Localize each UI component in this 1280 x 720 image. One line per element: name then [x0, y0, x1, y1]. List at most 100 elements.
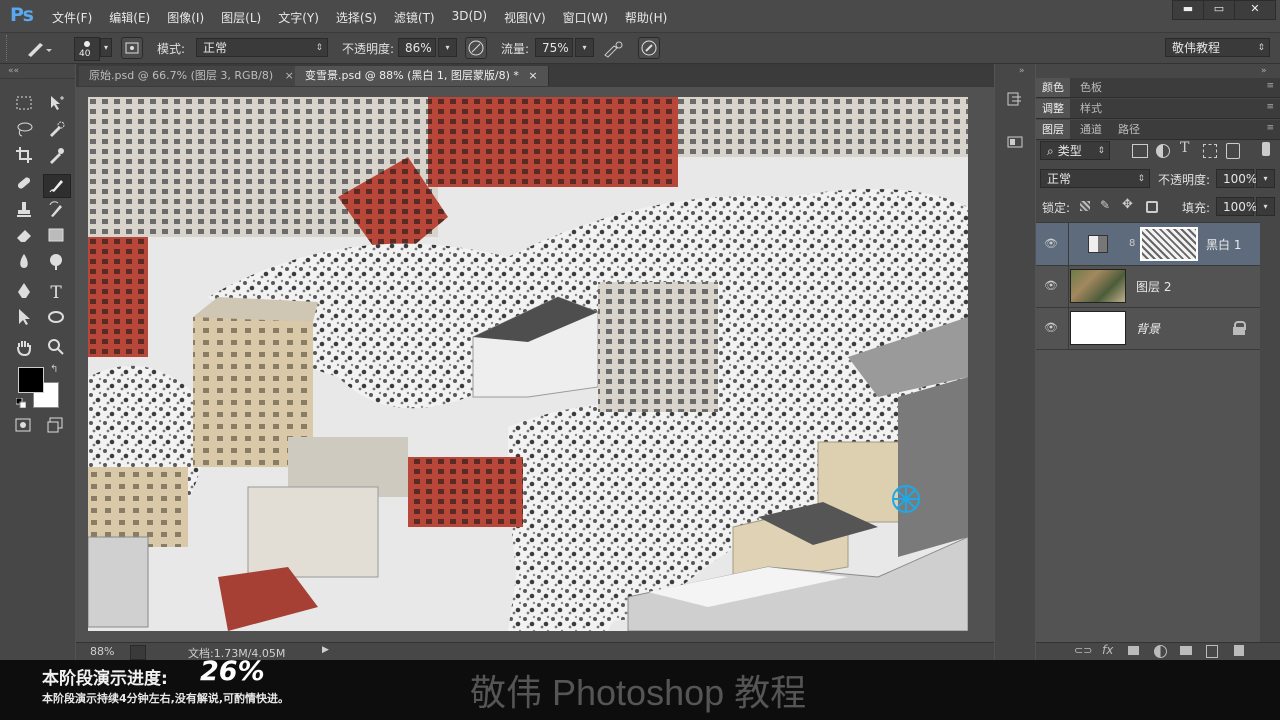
brush-panel-toggle-icon[interactable] [121, 37, 143, 59]
menu-type[interactable]: 文字(Y) [278, 9, 319, 26]
close-button[interactable]: ✕ [1234, 0, 1276, 20]
panel-menu-icon[interactable]: ≡ [1266, 81, 1274, 91]
mask-link-icon[interactable]: 8 [1129, 238, 1135, 249]
fill-input[interactable]: 100% [1216, 197, 1257, 216]
swap-colors-icon[interactable]: ↰ [50, 364, 58, 375]
move-tool-icon[interactable] [45, 94, 67, 116]
fill-arrow-icon[interactable]: ▾ [1256, 197, 1275, 216]
layer-opacity-input[interactable]: 100% [1216, 169, 1257, 188]
layer-thumbnail[interactable] [1070, 311, 1126, 345]
menu-help[interactable]: 帮助(H) [625, 9, 667, 26]
brush-tool-icon[interactable] [43, 174, 71, 198]
pressure-size-icon[interactable] [638, 37, 660, 59]
status-options-icon[interactable] [130, 645, 146, 660]
flow-dropdown-arrow-icon[interactable]: ▾ [575, 38, 594, 57]
panel-menu-icon[interactable]: ≡ [1266, 123, 1274, 133]
pen-tool-icon[interactable] [13, 282, 35, 304]
tab-channels[interactable]: 通道 [1074, 120, 1108, 139]
type-tool-icon[interactable]: T [45, 282, 67, 304]
lasso-tool-icon[interactable] [13, 120, 35, 142]
shape-filter-icon[interactable] [1203, 144, 1217, 158]
lock-pixels-icon[interactable]: ✎ [1100, 198, 1110, 212]
tab-close-icon[interactable]: × [285, 69, 294, 82]
menu-edit[interactable]: 编辑(E) [109, 9, 150, 26]
crop-tool-icon[interactable] [13, 146, 35, 168]
workspace-select[interactable]: 敬伟教程 ⇕ [1165, 38, 1270, 57]
default-colors-icon[interactable] [15, 397, 27, 409]
tab-color[interactable]: 颜色 [1036, 78, 1070, 97]
blur-tool-icon[interactable] [13, 252, 35, 274]
mode-select[interactable]: 正常 ⇕ [196, 38, 328, 57]
menu-view[interactable]: 视图(V) [504, 9, 546, 26]
collapse-chevrons-icon[interactable]: » [1019, 66, 1025, 76]
new-group-icon[interactable] [1180, 646, 1192, 655]
menu-filter[interactable]: 滤镜(T) [394, 9, 435, 26]
screen-mode-icon[interactable] [44, 416, 66, 438]
tab-adjustments[interactable]: 调整 [1036, 99, 1070, 118]
eraser-tool-icon[interactable] [13, 226, 35, 248]
airbrush-icon[interactable] [602, 39, 624, 59]
zoom-tool-icon[interactable] [45, 338, 67, 360]
layer-opacity-arrow-icon[interactable]: ▾ [1256, 169, 1275, 188]
opacity-input[interactable]: 86% [398, 38, 436, 57]
pixel-filter-icon[interactable] [1132, 144, 1148, 158]
adjustment-filter-icon[interactable] [1156, 144, 1170, 158]
tab-original[interactable]: 原始.psd @ 66.7% (图层 3, RGB/8) × [79, 66, 305, 86]
new-adjustment-icon[interactable] [1154, 645, 1167, 658]
layer-mask-thumbnail[interactable] [1140, 227, 1198, 261]
smart-object-filter-icon[interactable] [1226, 143, 1240, 159]
marquee-tool-icon[interactable] [13, 94, 35, 116]
tab-layers[interactable]: 图层 [1036, 120, 1070, 139]
lock-all-icon[interactable] [1146, 201, 1158, 213]
lock-transparency-icon[interactable] [1080, 201, 1090, 211]
layer-row-bw1[interactable]: 👁 8 黑白 1 [1036, 223, 1260, 266]
properties-panel-icon[interactable] [1005, 132, 1025, 152]
menu-window[interactable]: 窗口(W) [563, 9, 608, 26]
tab-styles[interactable]: 样式 [1074, 99, 1108, 118]
menu-select[interactable]: 选择(S) [336, 9, 377, 26]
path-selection-tool-icon[interactable] [13, 308, 35, 330]
zoom-level[interactable]: 88% [90, 645, 114, 658]
visibility-eye-icon[interactable]: 👁 [1044, 321, 1058, 335]
delete-layer-icon[interactable] [1234, 645, 1244, 656]
status-menu-arrow-icon[interactable]: ▶ [322, 645, 329, 655]
tab-swatches[interactable]: 色板 [1074, 78, 1108, 97]
brush-tool-preset-icon[interactable] [22, 39, 52, 59]
new-layer-icon[interactable] [1206, 645, 1218, 658]
minimize-button[interactable]: ▬ [1172, 0, 1204, 20]
layer-filter-select[interactable]: ⌕ 类型 ⇕ [1040, 141, 1110, 160]
quick-selection-tool-icon[interactable] [45, 120, 67, 142]
lock-position-icon[interactable]: ✥ [1122, 197, 1133, 212]
layer-thumbnail[interactable] [1070, 269, 1126, 303]
brush-preset-picker[interactable]: 40 [74, 37, 100, 61]
filter-toggle-icon[interactable] [1262, 142, 1270, 156]
brush-picker-arrow-icon[interactable]: ▾ [100, 38, 112, 57]
menu-image[interactable]: 图像(I) [167, 9, 204, 26]
eyedropper-tool-icon[interactable] [45, 146, 67, 168]
ellipse-tool-icon[interactable] [45, 308, 67, 330]
gradient-tool-icon[interactable] [45, 226, 67, 248]
pressure-opacity-icon[interactable] [465, 37, 487, 59]
layer-row-layer2[interactable]: 👁 图层 2 [1036, 265, 1260, 308]
panel-menu-icon[interactable]: ≡ [1266, 102, 1274, 112]
healing-brush-tool-icon[interactable] [13, 174, 35, 196]
blend-mode-select[interactable]: 正常 ⇕ [1040, 169, 1150, 188]
fx-icon[interactable]: fx [1102, 643, 1113, 657]
add-mask-icon[interactable] [1128, 646, 1139, 655]
visibility-eye-icon[interactable]: 👁 [1044, 237, 1058, 251]
maximize-button[interactable]: ▭ [1203, 0, 1235, 20]
history-panel-icon[interactable] [1005, 90, 1025, 110]
link-layers-icon[interactable]: ⊂⊃ [1074, 644, 1092, 657]
collapse-chevrons-icon[interactable]: » [1261, 66, 1267, 76]
menu-file[interactable]: 文件(F) [52, 9, 92, 26]
dodge-tool-icon[interactable] [45, 252, 67, 274]
type-filter-icon[interactable]: T [1180, 140, 1189, 156]
history-brush-tool-icon[interactable] [45, 200, 67, 222]
tab-snowscape[interactable]: 变雪景.psd @ 88% (黑白 1, 图层蒙版/8) * × [295, 66, 549, 86]
quick-mask-icon[interactable] [12, 416, 34, 438]
tab-paths[interactable]: 路径 [1112, 120, 1146, 139]
clone-stamp-tool-icon[interactable] [13, 200, 35, 222]
opacity-dropdown-arrow-icon[interactable]: ▾ [438, 38, 457, 57]
canvas-image[interactable] [88, 97, 968, 631]
collapse-chevrons-icon[interactable]: «« [8, 66, 19, 76]
